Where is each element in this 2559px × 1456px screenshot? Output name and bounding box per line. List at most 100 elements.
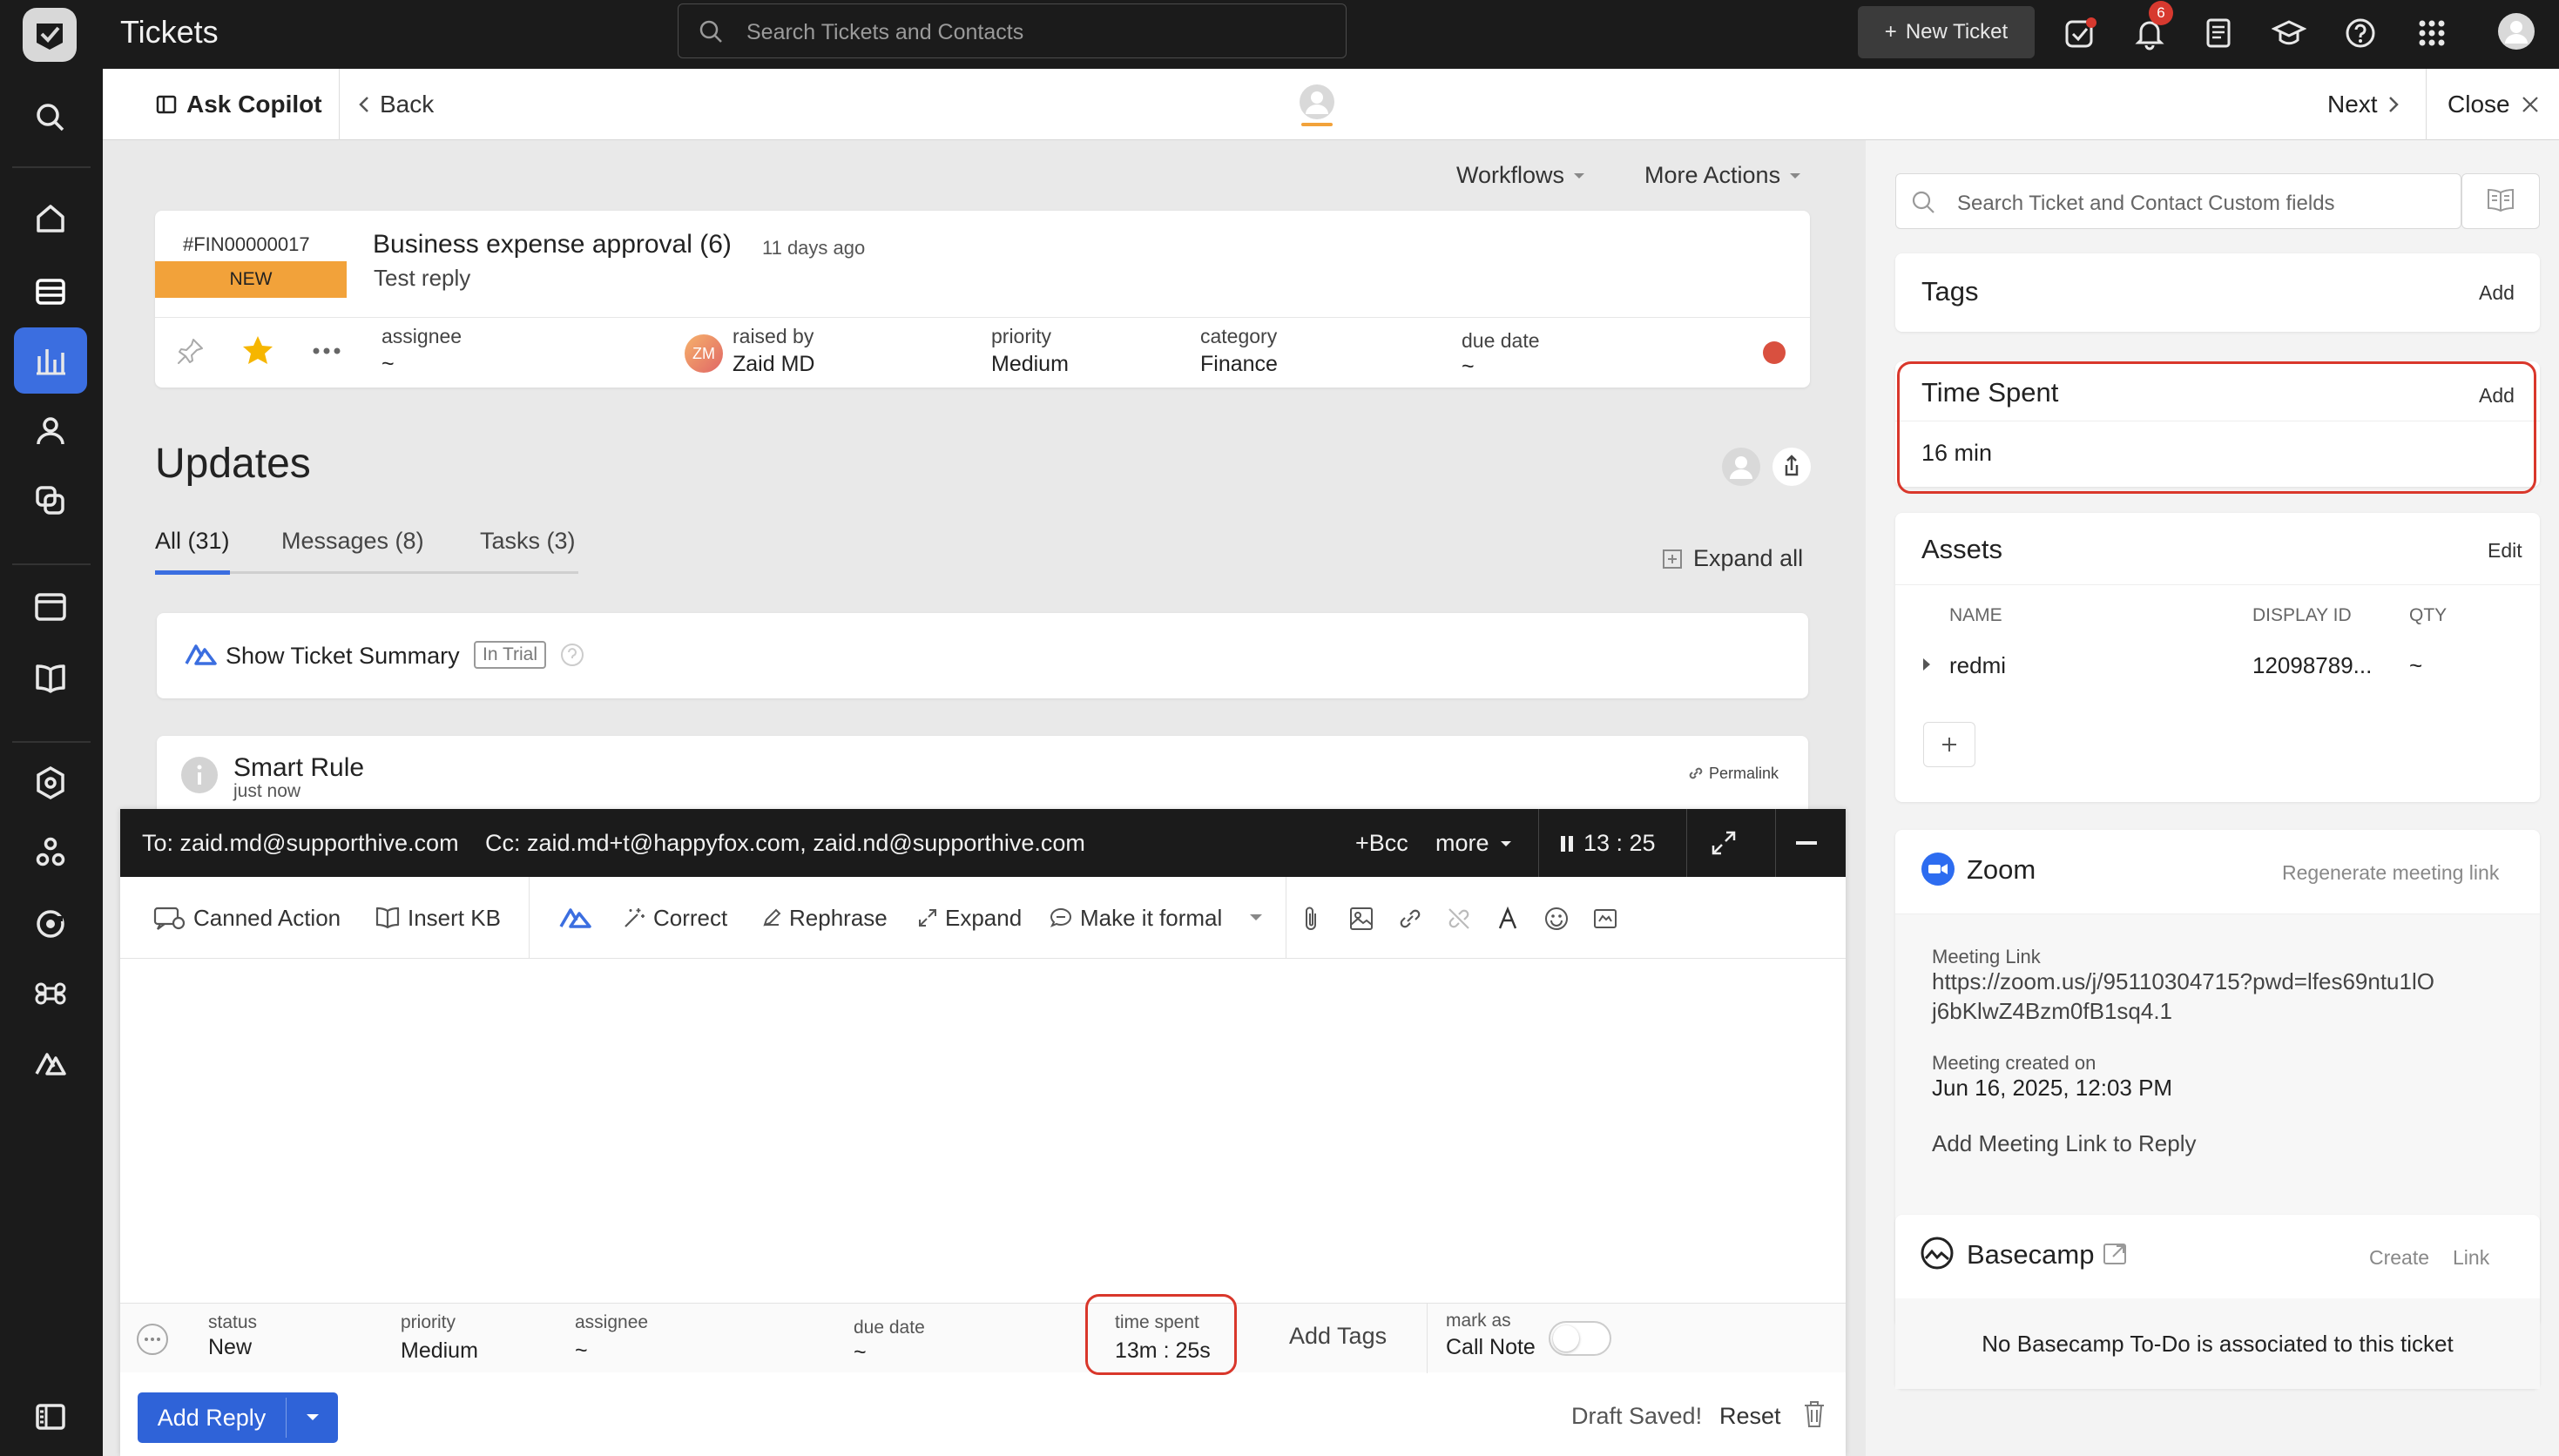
chat-icon[interactable] — [28, 478, 73, 523]
due-date-field[interactable]: due date ~ — [1462, 329, 1540, 380]
more-actions-dropdown[interactable]: More Actions — [1644, 162, 1801, 189]
agent-avatar[interactable] — [1720, 446, 1762, 488]
reply-body-editor[interactable] — [120, 959, 1846, 1303]
make-formal-button[interactable]: Make it formal — [1049, 877, 1222, 959]
add-reply-button[interactable]: Add Reply — [138, 1392, 286, 1443]
contacts-icon[interactable] — [28, 408, 73, 454]
tickets-icon[interactable] — [28, 269, 73, 314]
graduation-cap-icon[interactable] — [2272, 16, 2306, 51]
home-icon[interactable] — [28, 196, 73, 241]
ticket-subject[interactable]: Business expense approval (6) — [373, 230, 732, 260]
workflows-dropdown[interactable]: Workflows — [1456, 162, 1585, 189]
tab-tasks[interactable]: Tasks (3) — [480, 528, 576, 555]
more-options-icon[interactable] — [136, 1323, 169, 1356]
calendar-icon[interactable] — [28, 584, 73, 630]
ticket-age: 11 days ago — [762, 237, 866, 259]
star-icon[interactable] — [240, 333, 275, 367]
rephrase-button[interactable]: Rephrase — [761, 877, 888, 959]
more-options-icon[interactable] — [312, 347, 341, 355]
command-icon[interactable] — [28, 971, 73, 1016]
text-format-icon[interactable] — [1495, 906, 1521, 932]
priority-field[interactable]: priority Medium — [401, 1312, 478, 1364]
assignee-field[interactable]: assignee ~ — [381, 325, 462, 377]
trash-icon[interactable] — [1801, 1399, 1827, 1430]
add-tags-button[interactable]: Add Tags — [1289, 1323, 1387, 1350]
link-basecamp-button[interactable]: Link — [2453, 1246, 2489, 1270]
permalink-link[interactable]: Permalink — [1686, 764, 1779, 783]
tab-messages[interactable]: Messages (8) — [281, 528, 424, 555]
reset-button[interactable]: Reset — [1719, 1403, 1781, 1430]
custom-fields-search-input[interactable]: Search Ticket and Contact Custom fields — [1895, 173, 2461, 229]
sync-icon[interactable] — [28, 901, 73, 947]
ask-copilot-button[interactable]: Ask Copilot — [155, 69, 322, 140]
status-field[interactable]: status New — [208, 1312, 257, 1360]
expand-all-button[interactable]: Expand all — [1662, 545, 1803, 572]
canned-action-button[interactable]: Canned Action — [153, 877, 341, 959]
raised-by-field[interactable]: raised by Zaid MD — [733, 325, 814, 377]
priority-field[interactable]: priority Medium — [991, 325, 1069, 377]
add-asset-button[interactable] — [1923, 722, 1975, 767]
more-label: more — [1435, 830, 1489, 856]
cc-recipients[interactable]: Cc: zaid.md+t@happyfox.com, zaid.nd@supp… — [485, 830, 1085, 857]
meeting-link-value[interactable]: https://zoom.us/j/95110304715?pwd=lfes69… — [1932, 967, 2434, 1026]
copilot-icon[interactable] — [28, 1041, 73, 1086]
regenerate-meeting-link-button[interactable]: Regenerate meeting link — [2282, 861, 2499, 885]
chevron-right-icon[interactable] — [1921, 657, 1932, 671]
insert-kb-button[interactable]: Insert KB — [375, 877, 501, 959]
caret-down-icon[interactable] — [1249, 913, 1263, 922]
correct-button[interactable]: Correct — [622, 877, 727, 959]
fields-layout-button[interactable] — [2461, 173, 2540, 229]
teams-icon[interactable] — [28, 830, 73, 875]
due-date-field[interactable]: due date ~ — [854, 1318, 925, 1365]
due-date-label: due date — [854, 1318, 925, 1338]
attachment-icon[interactable] — [1300, 905, 1322, 933]
search-icon[interactable] — [28, 95, 73, 140]
user-avatar[interactable] — [2497, 12, 2535, 51]
timer-control[interactable]: 13 : 25 — [1559, 830, 1656, 857]
add-meeting-link-button[interactable]: Add Meeting Link to Reply — [1932, 1130, 2197, 1157]
share-icon[interactable] — [1771, 446, 1813, 488]
knowledge-base-icon[interactable] — [28, 656, 73, 701]
reports-icon[interactable] — [28, 339, 73, 384]
to-recipients[interactable]: To: zaid.md@supporthive.com — [142, 830, 459, 857]
unlink-icon[interactable] — [1446, 906, 1472, 932]
emoji-icon[interactable] — [1543, 906, 1570, 932]
sidebar-toggle-icon[interactable] — [28, 1394, 73, 1439]
call-note-toggle[interactable] — [1549, 1321, 1611, 1356]
tab-all[interactable]: All (31) — [155, 528, 230, 555]
app-title: Tickets — [120, 14, 219, 50]
expand-icon[interactable] — [1708, 827, 1739, 859]
app-logo[interactable] — [23, 8, 77, 62]
global-search-input[interactable]: Search Tickets and Contacts — [678, 3, 1347, 58]
template-icon[interactable] — [1592, 906, 1618, 932]
copilot-button[interactable] — [559, 877, 592, 959]
help-icon[interactable] — [2343, 16, 2378, 51]
ticket-summary-card[interactable]: Show Ticket Summary In Trial — [157, 613, 1808, 698]
category-field[interactable]: category Finance — [1200, 325, 1278, 377]
close-button[interactable]: Close — [2448, 69, 2540, 140]
assignee-field[interactable]: assignee ~ — [575, 1312, 648, 1364]
new-ticket-button[interactable]: + New Ticket — [1858, 6, 2035, 58]
help-icon[interactable] — [559, 642, 585, 668]
due-date-value: ~ — [854, 1340, 867, 1365]
pin-icon[interactable] — [174, 334, 207, 367]
more-dropdown[interactable]: more — [1435, 830, 1512, 857]
apps-grid-icon[interactable] — [2414, 16, 2449, 51]
link-icon[interactable] — [1397, 906, 1423, 932]
external-link-icon[interactable] — [2101, 1239, 2130, 1269]
image-icon[interactable] — [1348, 906, 1374, 932]
add-tag-button[interactable]: Add — [2479, 281, 2515, 305]
expand-text-button[interactable]: Expand — [917, 877, 1022, 959]
tasks-icon[interactable] — [2063, 16, 2097, 51]
create-basecamp-button[interactable]: Create — [2369, 1246, 2429, 1270]
agent-avatar[interactable] — [1296, 83, 1338, 126]
minimize-icon[interactable] — [1796, 841, 1817, 846]
back-button[interactable]: Back — [357, 69, 434, 140]
settings-icon[interactable] — [28, 760, 73, 806]
edit-assets-button[interactable]: Edit — [2488, 539, 2522, 563]
table-row[interactable]: redmi 12098789... ~ — [1921, 644, 2514, 685]
next-button[interactable]: Next — [2327, 69, 2400, 140]
documents-icon[interactable] — [2201, 16, 2236, 51]
bcc-button[interactable]: +Bcc — [1355, 830, 1408, 857]
reply-options-dropdown[interactable] — [287, 1392, 338, 1443]
